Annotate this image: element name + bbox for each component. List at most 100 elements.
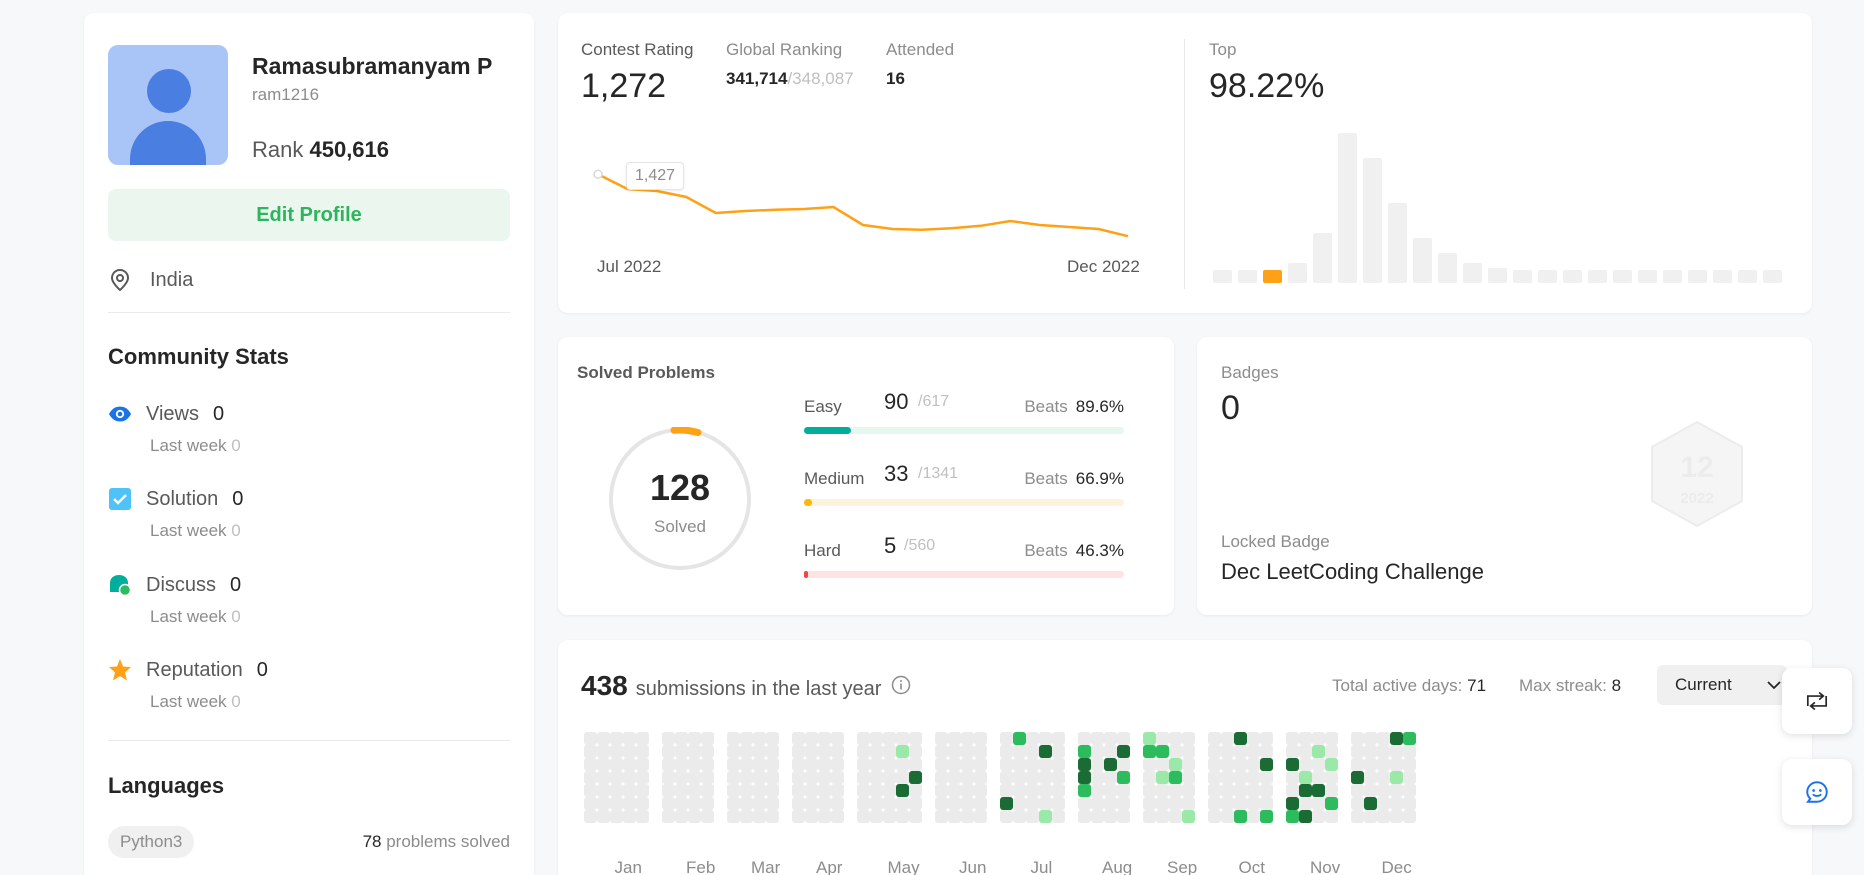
heatmap-cell[interactable] bbox=[740, 784, 753, 797]
heatmap-cell[interactable] bbox=[1000, 797, 1013, 810]
heatmap-cell[interactable] bbox=[961, 732, 974, 745]
heatmap-cell[interactable] bbox=[740, 758, 753, 771]
heatmap-cell[interactable] bbox=[1312, 758, 1325, 771]
heatmap-cell[interactable] bbox=[636, 732, 649, 745]
heatmap-cell[interactable] bbox=[727, 745, 740, 758]
heatmap-cell[interactable] bbox=[1156, 810, 1169, 823]
heatmap-cell[interactable] bbox=[1143, 758, 1156, 771]
heatmap-cell[interactable] bbox=[1286, 797, 1299, 810]
heatmap-cell[interactable] bbox=[1403, 732, 1416, 745]
heatmap-cell[interactable] bbox=[701, 797, 714, 810]
heatmap-cell[interactable] bbox=[1403, 784, 1416, 797]
heatmap-cell[interactable] bbox=[1403, 810, 1416, 823]
heatmap-cell[interactable] bbox=[1169, 732, 1182, 745]
heatmap-cell[interactable] bbox=[636, 771, 649, 784]
heatmap-cell[interactable] bbox=[675, 771, 688, 784]
heatmap-cell[interactable] bbox=[909, 810, 922, 823]
heatmap-cell[interactable] bbox=[1026, 771, 1039, 784]
heatmap-cell[interactable] bbox=[948, 732, 961, 745]
heatmap-cell[interactable] bbox=[1013, 797, 1026, 810]
heatmap-cell[interactable] bbox=[1039, 797, 1052, 810]
heatmap-cell[interactable] bbox=[974, 745, 987, 758]
heatmap-cell[interactable] bbox=[610, 810, 623, 823]
heatmap-cell[interactable] bbox=[792, 758, 805, 771]
heatmap-cell[interactable] bbox=[1221, 732, 1234, 745]
heatmap-cell[interactable] bbox=[688, 745, 701, 758]
heatmap-cell[interactable] bbox=[1286, 784, 1299, 797]
heatmap-cell[interactable] bbox=[1364, 745, 1377, 758]
heatmap-cell[interactable] bbox=[883, 758, 896, 771]
heatmap-cell[interactable] bbox=[818, 810, 831, 823]
heatmap-cell[interactable] bbox=[1091, 784, 1104, 797]
heatmap-cell[interactable] bbox=[1260, 758, 1273, 771]
heatmap-cell[interactable] bbox=[1221, 758, 1234, 771]
heatmap-cell[interactable] bbox=[1221, 810, 1234, 823]
heatmap-cell[interactable] bbox=[857, 732, 870, 745]
heatmap-cell[interactable] bbox=[610, 758, 623, 771]
edit-profile-button[interactable]: Edit Profile bbox=[108, 189, 510, 241]
heatmap-cell[interactable] bbox=[1039, 745, 1052, 758]
heatmap-cell[interactable] bbox=[896, 732, 909, 745]
top-distribution-chart[interactable] bbox=[1213, 133, 1783, 297]
heatmap-cell[interactable] bbox=[1364, 732, 1377, 745]
heatmap-cell[interactable] bbox=[753, 810, 766, 823]
heatmap-cell[interactable] bbox=[766, 745, 779, 758]
heatmap-cell[interactable] bbox=[1234, 745, 1247, 758]
heatmap-cell[interactable] bbox=[701, 745, 714, 758]
heatmap-cell[interactable] bbox=[1351, 797, 1364, 810]
heatmap-cell[interactable] bbox=[857, 810, 870, 823]
heatmap-cell[interactable] bbox=[701, 771, 714, 784]
heatmap-cell[interactable] bbox=[636, 784, 649, 797]
heatmap-cell[interactable] bbox=[935, 771, 948, 784]
heatmap-cell[interactable] bbox=[1312, 810, 1325, 823]
heatmap-cell[interactable] bbox=[805, 732, 818, 745]
heatmap-cell[interactable] bbox=[935, 745, 948, 758]
heatmap-cell[interactable] bbox=[1039, 732, 1052, 745]
heatmap-cell[interactable] bbox=[870, 784, 883, 797]
heatmap-cell[interactable] bbox=[1221, 771, 1234, 784]
heatmap-cell[interactable] bbox=[1052, 771, 1065, 784]
heatmap-cell[interactable] bbox=[870, 758, 883, 771]
heatmap-cell[interactable] bbox=[753, 771, 766, 784]
heatmap-cell[interactable] bbox=[753, 732, 766, 745]
heatmap-cell[interactable] bbox=[701, 732, 714, 745]
heatmap-cell[interactable] bbox=[1143, 771, 1156, 784]
heatmap-cell[interactable] bbox=[623, 810, 636, 823]
heatmap-cell[interactable] bbox=[1364, 771, 1377, 784]
heatmap-cell[interactable] bbox=[1000, 758, 1013, 771]
heatmap-cell[interactable] bbox=[1260, 797, 1273, 810]
heatmap-cell[interactable] bbox=[1286, 771, 1299, 784]
heatmap-cell[interactable] bbox=[1182, 732, 1195, 745]
heatmap-cell[interactable] bbox=[766, 732, 779, 745]
heatmap-cell[interactable] bbox=[1377, 732, 1390, 745]
heatmap-cell[interactable] bbox=[1286, 732, 1299, 745]
heatmap-cell[interactable] bbox=[1091, 745, 1104, 758]
heatmap-cell[interactable] bbox=[1052, 745, 1065, 758]
heatmap-cell[interactable] bbox=[870, 732, 883, 745]
heatmap-cell[interactable] bbox=[805, 758, 818, 771]
heatmap-cell[interactable] bbox=[909, 745, 922, 758]
heatmap-cell[interactable] bbox=[1377, 810, 1390, 823]
heatmap-cell[interactable] bbox=[1286, 745, 1299, 758]
heatmap-cell[interactable] bbox=[662, 784, 675, 797]
heatmap-cell[interactable] bbox=[1260, 810, 1273, 823]
heatmap-cell[interactable] bbox=[1390, 784, 1403, 797]
heatmap-cell[interactable] bbox=[1104, 732, 1117, 745]
heatmap-cell[interactable] bbox=[1208, 810, 1221, 823]
heatmap-cell[interactable] bbox=[1325, 758, 1338, 771]
heatmap-cell[interactable] bbox=[1026, 732, 1039, 745]
heatmap-cell[interactable] bbox=[896, 758, 909, 771]
heatmap-cell[interactable] bbox=[584, 745, 597, 758]
heatmap-cell[interactable] bbox=[1182, 771, 1195, 784]
heatmap-cell[interactable] bbox=[1299, 745, 1312, 758]
heatmap-cell[interactable] bbox=[1156, 758, 1169, 771]
heatmap-cell[interactable] bbox=[1286, 758, 1299, 771]
heatmap-cell[interactable] bbox=[1091, 758, 1104, 771]
heatmap-cell[interactable] bbox=[1260, 745, 1273, 758]
heatmap-cell[interactable] bbox=[1104, 784, 1117, 797]
heatmap-cell[interactable] bbox=[1000, 771, 1013, 784]
heatmap-cell[interactable] bbox=[584, 732, 597, 745]
heatmap-cell[interactable] bbox=[870, 771, 883, 784]
heatmap-cell[interactable] bbox=[1052, 797, 1065, 810]
heatmap-cell[interactable] bbox=[961, 758, 974, 771]
